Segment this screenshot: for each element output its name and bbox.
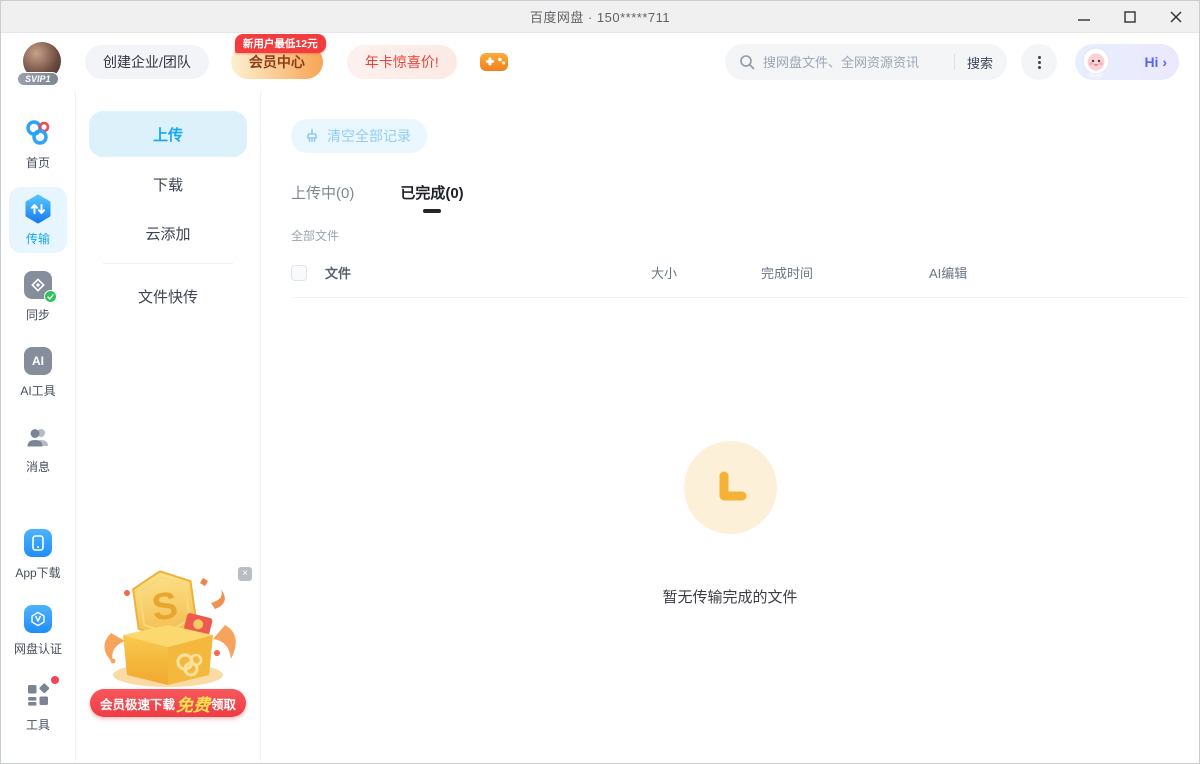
search-divider [954, 54, 955, 70]
sidebar-item-home[interactable]: 首页 [9, 111, 67, 177]
search-button[interactable]: 搜索 [967, 53, 993, 72]
sidebar-label: 工具 [26, 716, 50, 733]
tab-uploading-label: 上传中(0) [291, 185, 354, 202]
search-icon [739, 54, 755, 70]
vip-center-wrap: 会员中心 新用户最低12元 [231, 45, 323, 79]
user-avatar[interactable]: SVIP1 [23, 42, 63, 82]
vip-promo-badge: 新用户最低12元 [235, 34, 326, 53]
tools-notification-dot [51, 676, 59, 684]
left-rail: 首页 传输 [1, 91, 76, 763]
promo-close-button[interactable]: × [238, 567, 252, 581]
create-team-button[interactable]: 创建企业/团队 [85, 45, 209, 79]
sidebar-item-sync[interactable]: 同步 [9, 263, 67, 329]
select-all-checkbox[interactable] [291, 265, 307, 281]
clear-all-records-button[interactable]: 清空全部记录 [291, 119, 427, 153]
titlebar: 百度网盘 · 150*****711 [1, 1, 1199, 33]
tab-completed-label: 已完成(0) [400, 185, 463, 202]
empty-state-text: 暂无传输完成的文件 [662, 586, 797, 607]
promo-ribbon-button[interactable]: 会员极速下载免费领取 [90, 689, 246, 717]
assistant-button[interactable]: Hi › [1075, 44, 1179, 80]
sidebar-label: 同步 [26, 306, 50, 323]
sidebar-label: 消息 [26, 458, 50, 475]
verification-icon [23, 604, 53, 634]
subnav-item-cloud-add[interactable]: 云添加 [89, 211, 247, 255]
close-button[interactable] [1153, 1, 1199, 33]
tab-completed[interactable]: 已完成(0) [400, 182, 463, 213]
minimize-button[interactable] [1061, 1, 1107, 33]
column-header-ai-edit: AI编辑 [929, 263, 1187, 282]
more-menu-button[interactable] [1021, 44, 1057, 80]
broom-icon [304, 128, 320, 144]
sidebar-item-tools[interactable]: 工具 [9, 673, 67, 739]
sidebar-item-verification[interactable]: 网盘认证 [9, 597, 67, 663]
subnav-item-quick-transfer[interactable]: 文件快传 [89, 274, 247, 318]
minimize-icon [1078, 11, 1090, 23]
sync-icon [23, 270, 53, 300]
ai-tools-icon: AI [23, 346, 53, 376]
year-card-button[interactable]: 年卡惊喜价! [347, 45, 457, 79]
subnav-divider [103, 263, 233, 264]
column-header-file: 文件 [325, 263, 651, 282]
sidebar-item-app-download[interactable]: App下载 [9, 521, 67, 587]
vip-promo-banner[interactable]: × S [90, 563, 246, 717]
app-download-icon [23, 528, 53, 558]
svip-badge: SVIP1 [17, 72, 59, 86]
tools-icon [23, 680, 53, 710]
table-header-row: 文件 大小 完成时间 AI编辑 [291, 263, 1187, 298]
app-header: SVIP1 创建企业/团队 会员中心 新用户最低12元 年卡惊喜价! [1, 33, 1199, 91]
clock-icon [684, 441, 777, 534]
close-icon [1170, 11, 1182, 23]
promo-text-right: 领取 [211, 694, 236, 713]
column-header-time: 完成时间 [761, 263, 929, 282]
subnav-item-download[interactable]: 下载 [89, 162, 247, 206]
subnav-item-upload[interactable]: 上传 [89, 111, 247, 157]
window-controls [1061, 1, 1199, 33]
search-box[interactable]: 搜索 [725, 44, 1007, 80]
maximize-icon [1124, 11, 1136, 23]
sidebar-item-ai-tools[interactable]: AI AI工具 [9, 339, 67, 405]
kebab-menu-icon [1038, 54, 1041, 71]
app-window: 百度网盘 · 150*****711 SVIP1 创建企业/团队 会员中心 新用… [0, 0, 1200, 764]
maximize-button[interactable] [1107, 1, 1153, 33]
header-right-group: 搜索 Hi › [725, 44, 1179, 80]
transfer-tabs: 上传中(0) 已完成(0) [291, 182, 1199, 213]
column-header-size: 大小 [651, 263, 761, 282]
assistant-label: Hi › [1144, 54, 1167, 70]
search-input[interactable] [763, 55, 948, 70]
sidebar-label: App下载 [15, 564, 60, 581]
games-button[interactable] [477, 45, 511, 79]
tab-active-indicator [423, 209, 441, 213]
transfer-subnav: 上传 下载 云添加 文件快传 × [76, 91, 261, 763]
sidebar-item-transfer[interactable]: 传输 [9, 187, 67, 253]
clear-all-records-label: 清空全部记录 [327, 126, 411, 146]
app-body: 首页 传输 [1, 91, 1199, 763]
sidebar-label: AI工具 [20, 382, 55, 399]
window-title: 百度网盘 · 150*****711 [530, 7, 670, 26]
tab-uploading[interactable]: 上传中(0) [291, 182, 354, 213]
sidebar-label: 网盘认证 [14, 640, 62, 657]
sidebar-item-messages[interactable]: 消息 [9, 415, 67, 481]
main-content: 清空全部记录 上传中(0) 已完成(0) 全部文件 文件 大小 完成时间 AI编… [261, 91, 1199, 763]
transfer-icon [23, 194, 53, 224]
messages-icon [23, 422, 53, 452]
promo-gift-graphic: S [93, 563, 243, 695]
sync-check-badge [44, 290, 57, 303]
netdisk-logo-icon [23, 118, 53, 148]
promo-text-left: 会员极速下载 [100, 694, 175, 713]
section-label-all-files: 全部文件 [291, 227, 1199, 244]
sidebar-label: 传输 [26, 230, 50, 247]
empty-state: 暂无传输完成的文件 [291, 441, 1169, 607]
promo-text-highlight: 免费 [176, 691, 210, 716]
gamepad-icon [479, 51, 509, 73]
sidebar-label: 首页 [26, 154, 50, 171]
assistant-avatar-icon [1079, 45, 1113, 79]
